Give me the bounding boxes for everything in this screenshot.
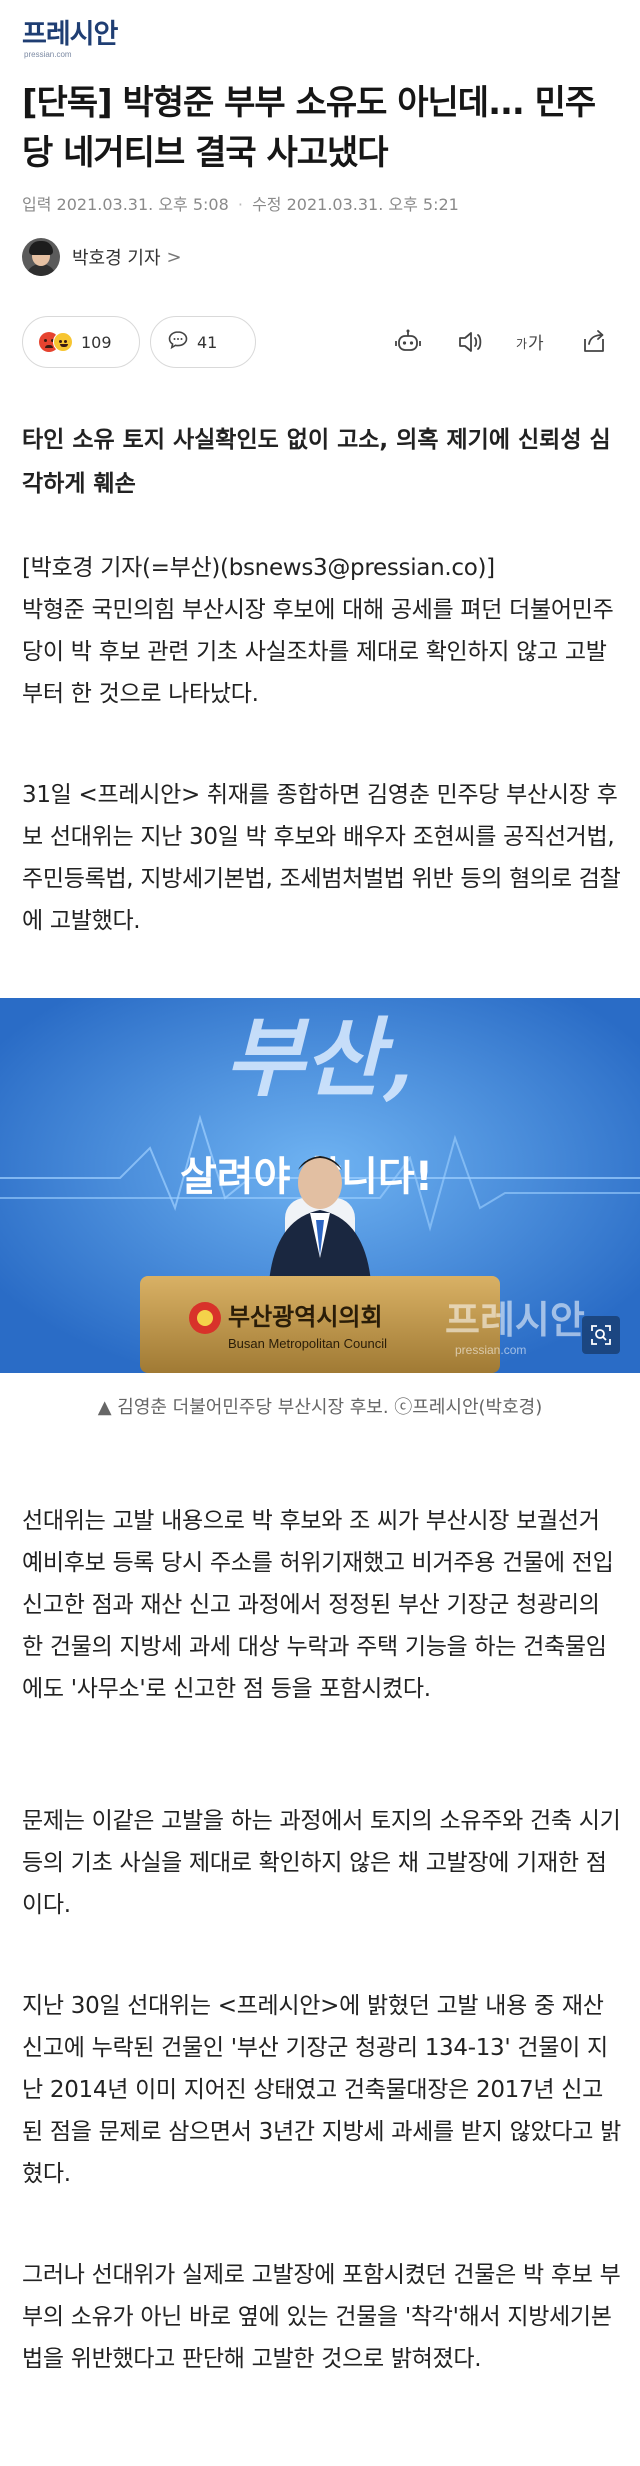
watermark-text: 프레시안 — [445, 1298, 585, 1342]
modified-date: 2021.03.31. 오후 5:21 — [286, 195, 459, 214]
svg-text:가: 가 — [528, 334, 544, 354]
input-date: 2021.03.31. 오후 5:08 — [56, 195, 229, 214]
comment-icon — [167, 329, 189, 355]
watermark-subtext: pressian.com — [455, 1343, 526, 1357]
reaction-button[interactable]: 109 — [22, 316, 140, 368]
article-paragraph: 선대위는 고발 내용으로 박 후보와 조 씨가 부산시장 보궐선거 예비후보 등… — [22, 1508, 614, 1702]
reaction-laugh-icon — [53, 332, 73, 352]
podium-subtext: Busan Metropolitan Council — [228, 1336, 387, 1351]
article-paragraph: 그러나 선대위가 실제로 고발장에 포함시켰던 건물은 박 후보 부부의 소유가… — [22, 2262, 621, 2372]
font-size-icon[interactable]: 가가 — [512, 322, 552, 362]
article-paragraph: 문제는 이같은 고발을 하는 과정에서 토지의 소유주와 건축 시기 등의 기초… — [22, 1808, 621, 1918]
comment-count: 41 — [197, 332, 218, 352]
reporter-name: 박호경 기자 — [72, 248, 161, 269]
article-action-bar: 109 41 가가 — [22, 316, 618, 370]
reaction-count: 109 — [81, 332, 112, 352]
article-paragraph: 31일 <프레시안> 취재를 종합하면 김영춘 민주당 부산시장 후보 선대위는… — [22, 782, 621, 934]
article-photo[interactable]: 부산, 살려야 합니다! 부산광역시의회 Busan Metropolitan … — [0, 998, 640, 1373]
zoom-icon[interactable] — [582, 1316, 620, 1354]
article-title: [단독] 박형준 부부 소유도 아닌데... 민주당 네거티브 결국 사고냈다 — [22, 83, 596, 173]
site-header: 프레시안 pressian.com — [22, 20, 118, 66]
reporter-link[interactable]: 박호경 기자 > — [22, 236, 182, 278]
reporter-avatar — [22, 238, 60, 276]
article-paragraph: 지난 30일 선대위는 <프레시안>에 밝혔던 고발 내용 중 재산 신고에 누… — [22, 1993, 621, 2187]
modified-label: 수정 — [252, 195, 282, 214]
site-logo-sub: pressian.com — [24, 50, 72, 59]
banner-text-main: 부산, — [225, 1008, 413, 1109]
article-dates: 입력 2021.03.31. 오후 5:08 · 수정 2021.03.31. … — [22, 191, 459, 215]
share-icon[interactable] — [574, 322, 614, 362]
chevron-right-icon: > — [166, 246, 182, 268]
date-separator: · — [237, 195, 243, 214]
comment-button[interactable]: 41 — [150, 316, 256, 368]
photo-caption: ▲ 김영춘 더불어민주당 부산시장 후보. ⓒ프레시안(박호경) — [97, 1397, 543, 1418]
speaker-icon[interactable] — [450, 322, 490, 362]
podium-text: 부산광역시의회 — [228, 1303, 383, 1331]
listen-bot-icon[interactable] — [388, 322, 428, 362]
article-paragraph: [박호경 기자(=부산)(bsnews3@pressian.co)] 박형준 국… — [22, 555, 614, 707]
photo-scene: 부산, 살려야 합니다! 부산광역시의회 Busan Metropolitan … — [0, 998, 640, 1373]
site-logo[interactable]: 프레시안 — [22, 20, 118, 50]
article-lead: 타인 소유 토지 사실확인도 없이 고소, 의혹 제기에 신뢰성 심각하게 훼손 — [22, 427, 611, 497]
svg-text:가: 가 — [516, 337, 527, 351]
input-label: 입력 — [22, 195, 52, 214]
